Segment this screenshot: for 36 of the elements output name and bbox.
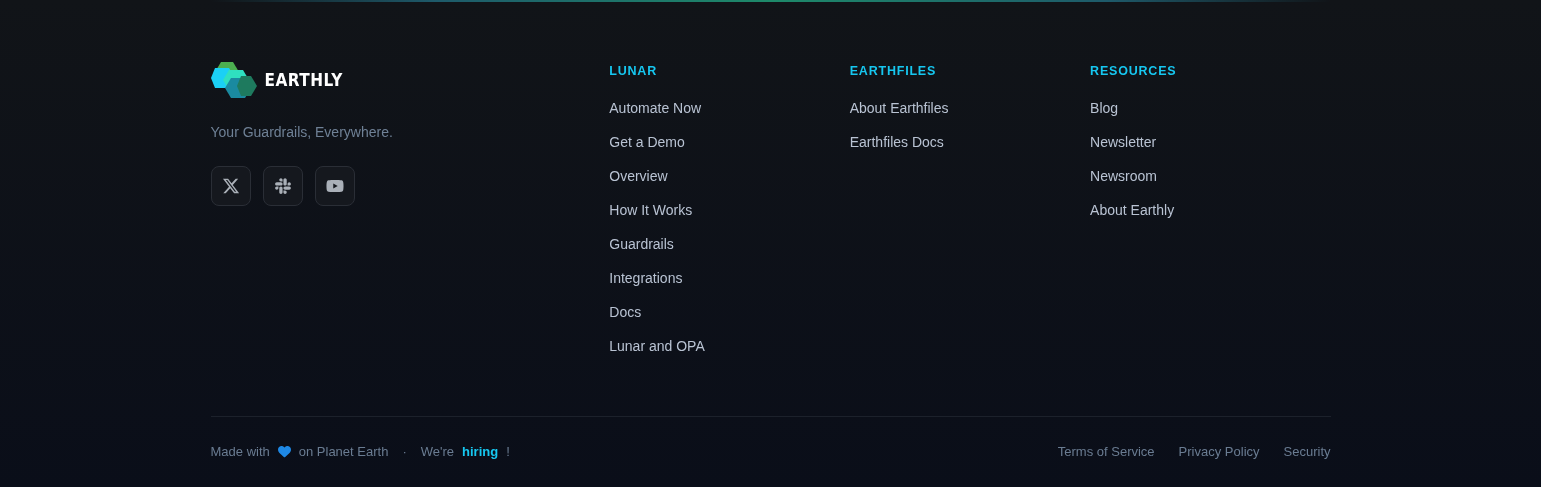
heart-icon <box>277 445 291 458</box>
footer-link[interactable]: Docs <box>609 304 642 321</box>
made-with-text: Made with <box>210 444 270 459</box>
footer-link[interactable]: About Earthfiles <box>849 100 949 117</box>
footer-link[interactable]: Get a Demo <box>609 134 685 151</box>
exclamation-text: ! <box>506 444 510 459</box>
logo-icon <box>210 62 257 98</box>
footer-link[interactable]: Automate Now <box>609 100 702 117</box>
legal-link[interactable]: Privacy Policy <box>1178 444 1260 459</box>
column-heading: RESOURCES <box>1090 64 1178 78</box>
social-button[interactable] <box>210 166 251 206</box>
footer-link[interactable]: Earthfiles Docs <box>849 134 944 151</box>
footer-link[interactable]: Blog <box>1090 100 1119 117</box>
column-heading: LUNAR <box>609 64 658 78</box>
x-logo-icon <box>221 177 240 195</box>
play-icon <box>325 177 344 195</box>
footer-link[interactable]: Guardrails <box>609 236 674 253</box>
planet-text: on Planet Earth <box>298 444 389 459</box>
footer-link[interactable]: Integrations <box>609 270 683 287</box>
footer-link[interactable]: Newsroom <box>1090 168 1157 185</box>
footer-link[interactable]: Lunar and OPA <box>609 338 705 355</box>
hiring-link[interactable]: hiring <box>462 444 499 459</box>
footer-link[interactable]: About Earthly <box>1090 202 1175 219</box>
social-button[interactable] <box>314 166 355 206</box>
footer-link[interactable]: How It Works <box>609 202 693 219</box>
were-text: We're <box>420 444 455 459</box>
legal-link[interactable]: Terms of Service <box>1057 444 1155 459</box>
column-heading: EARTHFILES <box>849 64 938 78</box>
footer-link[interactable]: Newsletter <box>1090 134 1157 151</box>
brand-name: EARTHLY <box>264 70 343 90</box>
separator-dot: · <box>402 444 407 459</box>
slack-logo-icon <box>273 177 292 195</box>
social-button[interactable] <box>262 166 303 206</box>
legal-link[interactable]: Security <box>1283 444 1331 459</box>
footer-link[interactable]: Overview <box>609 168 668 185</box>
tagline: Your Guardrails, Everywhere. <box>210 124 394 140</box>
